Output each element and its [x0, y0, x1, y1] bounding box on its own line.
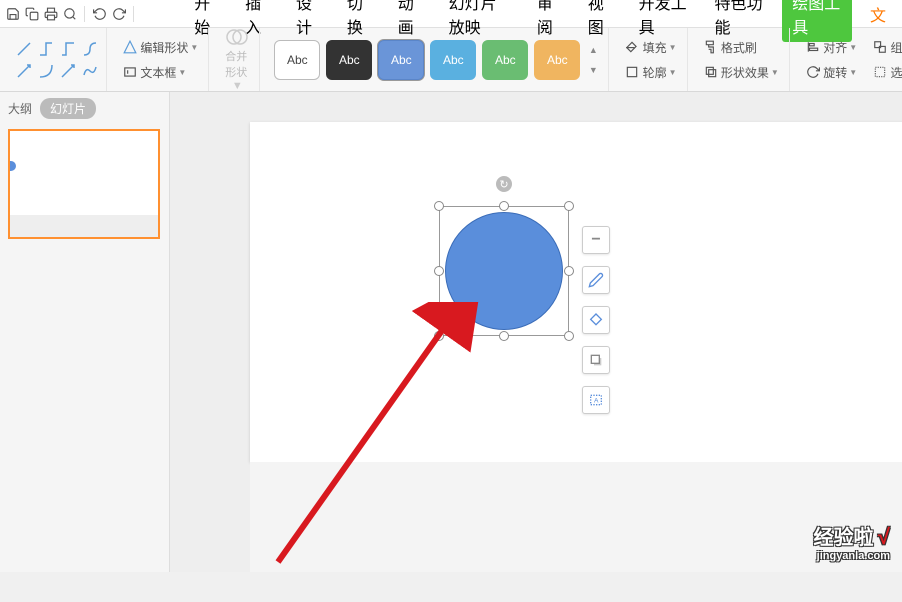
select-label: 选择: [890, 64, 902, 81]
float-tools: − A: [582, 226, 610, 414]
connector-icon-7[interactable]: [58, 61, 78, 81]
handle-ne[interactable]: [564, 201, 574, 211]
main-area: 大纲 幻灯片 ↻ −: [0, 92, 902, 572]
canvas[interactable]: ↻ − A: [170, 92, 902, 572]
float-pen-button[interactable]: [582, 266, 610, 294]
connector-icon-6[interactable]: [36, 61, 56, 81]
fill-button[interactable]: 填充▼: [621, 37, 680, 58]
float-fill-button[interactable]: [582, 306, 610, 334]
preset-white[interactable]: Abc: [274, 40, 320, 80]
fill-group: 填充▼ 轮廓▼: [615, 28, 687, 91]
effects-label: 形状效果: [721, 64, 769, 81]
connector-icon-8[interactable]: [80, 61, 100, 81]
handle-nw[interactable]: [434, 201, 444, 211]
align-button[interactable]: 对齐▼: [802, 37, 861, 58]
float-collapse-button[interactable]: −: [582, 226, 610, 254]
side-tab-outline[interactable]: 大纲: [8, 100, 32, 117]
connector-icon-4[interactable]: [80, 39, 100, 59]
textbox-button[interactable]: 文本框▼: [119, 62, 202, 83]
side-panel: 大纲 幻灯片: [0, 92, 170, 572]
group-label: 组合: [890, 39, 902, 56]
connector-icon-2[interactable]: [36, 39, 56, 59]
slide-thumbnail-1[interactable]: [8, 129, 160, 239]
save-icon[interactable]: [4, 3, 21, 25]
preview-icon[interactable]: [61, 3, 78, 25]
float-shadow-button[interactable]: [582, 346, 610, 374]
ribbon-content: 编辑形状▼ 文本框▼ 合并形状▼ Abc Abc Abc Abc Abc Abc…: [0, 28, 902, 92]
tab-more[interactable]: 文: [858, 0, 898, 32]
selected-shape[interactable]: ↻: [445, 212, 563, 330]
quick-access-bar: 开始 插入 设计 切换 动画 幻灯片放映 审阅 视图 开发工具 特色功能 绘图工…: [0, 0, 902, 28]
undo-icon[interactable]: [91, 3, 108, 25]
rotate-button[interactable]: 旋转▼: [802, 62, 861, 83]
preset-blue[interactable]: Abc: [378, 40, 424, 80]
slide[interactable]: ↻ − A: [250, 122, 902, 462]
merge-group: 合并形状▼: [215, 28, 260, 91]
format-painter-label: 格式刷: [721, 39, 757, 56]
handle-e[interactable]: [564, 266, 574, 276]
preset-cyan[interactable]: Abc: [430, 40, 476, 80]
textbox-label: 文本框: [140, 64, 176, 81]
arrange-group: 对齐▼ 组合▼ 旋转▼ 选择: [796, 28, 902, 91]
float-text-button[interactable]: A: [582, 386, 610, 414]
handle-sw[interactable]: [434, 331, 444, 341]
edit-group: 编辑形状▼ 文本框▼: [113, 28, 209, 91]
format-painter-button[interactable]: 格式刷: [700, 37, 783, 58]
edit-shape-button[interactable]: 编辑形状▼: [119, 37, 202, 58]
outline-label: 轮廓: [643, 64, 667, 81]
redo-icon[interactable]: [110, 3, 127, 25]
fill-label: 填充: [643, 39, 667, 56]
watermark: 经验啦 √ jingyanla.com: [813, 521, 890, 562]
rotate-label: 旋转: [823, 64, 847, 81]
handle-n[interactable]: [499, 201, 509, 211]
rotation-handle[interactable]: ↻: [496, 176, 512, 192]
connector-icon-5[interactable]: [14, 61, 34, 81]
handle-w[interactable]: [434, 266, 444, 276]
preset-more[interactable]: ▲▼: [586, 40, 600, 80]
group-button[interactable]: 组合▼: [869, 37, 902, 58]
slide-notes-area[interactable]: [250, 462, 902, 572]
connector-icon-1[interactable]: [14, 39, 34, 59]
print-icon[interactable]: [42, 3, 59, 25]
merge-label: 合并形状: [225, 48, 249, 80]
merge-shapes-button[interactable]: 合并形状▼: [221, 25, 253, 94]
preset-black[interactable]: Abc: [326, 40, 372, 80]
watermark-check-icon: √: [878, 524, 890, 549]
edit-shape-label: 编辑形状: [140, 39, 188, 56]
watermark-url: jingyanla.com: [813, 550, 890, 562]
preset-orange[interactable]: Abc: [534, 40, 580, 80]
svg-text:A: A: [594, 398, 599, 405]
preset-group: Abc Abc Abc Abc Abc Abc ▲▼: [266, 28, 609, 91]
format-group: 格式刷 形状效果▼: [694, 28, 790, 91]
preset-green[interactable]: Abc: [482, 40, 528, 80]
shape-effects-button[interactable]: 形状效果▼: [700, 62, 783, 83]
align-label: 对齐: [823, 39, 847, 56]
copy-icon[interactable]: [23, 3, 40, 25]
handle-se[interactable]: [564, 331, 574, 341]
circle-shape[interactable]: [445, 212, 563, 330]
handle-s[interactable]: [499, 331, 509, 341]
connector-icon-3[interactable]: [58, 39, 78, 59]
thumb-shape-icon: [10, 161, 16, 171]
side-tab-slides[interactable]: 幻灯片: [40, 98, 96, 119]
outline-button[interactable]: 轮廓▼: [621, 62, 680, 83]
connector-group: [8, 28, 107, 91]
thumb-footer: [10, 215, 158, 237]
watermark-brand: 经验啦: [813, 527, 873, 549]
select-button[interactable]: 选择: [869, 62, 902, 83]
